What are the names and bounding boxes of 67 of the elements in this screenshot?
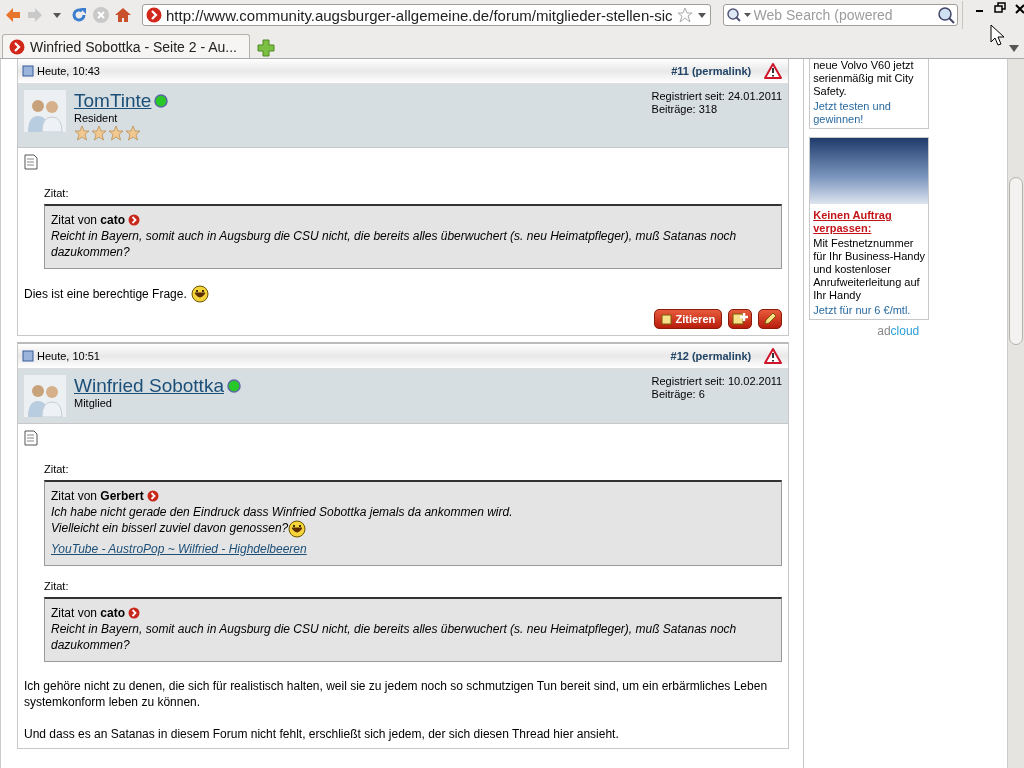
warning-icon[interactable] xyxy=(764,63,783,79)
quote-text: Vielleicht ein bisserl zuviel davon genossen? xyxy=(51,521,289,536)
new-tab-icon[interactable] xyxy=(256,38,276,58)
username-link[interactable]: TomTinte xyxy=(74,90,152,112)
ad-text: Mit Festnetznummer für Ihr Business-Handy und kostenloser Anrufweiterleitung auf Ihr Handy xyxy=(813,237,926,302)
warning-icon[interactable] xyxy=(764,348,783,364)
star-icon xyxy=(108,125,124,141)
quote-label: Zitat: xyxy=(44,187,70,199)
ad-network-logo: adcloud xyxy=(877,324,921,338)
post-icon xyxy=(22,65,34,77)
search-icon[interactable] xyxy=(725,7,752,23)
search-icon[interactable] xyxy=(936,6,955,24)
arrow-link-icon[interactable] xyxy=(128,607,141,619)
caret-icon[interactable] xyxy=(1008,42,1020,54)
edit-button[interactable] xyxy=(758,309,783,329)
scrollbar-thumb[interactable] xyxy=(1009,177,1023,345)
post-text: Ich gehöre nicht zu denen, die sich für realistisch halten, weil sie zu jedem noch so schmutzigen Tun bereit sind, um ein erbärmliches Leben systemkonform leben zu können. xyxy=(24,678,769,710)
ad-text: neue Volvo V60 jetzt serienmäßig mit City Safety. xyxy=(813,59,915,98)
quote-author: Zitat von cato xyxy=(51,605,126,621)
post-date: Heute, 10:51 xyxy=(37,350,101,362)
ad-link[interactable]: Jetzt testen und gewinnen! xyxy=(813,100,926,126)
star-icon[interactable] xyxy=(676,7,693,23)
post-icon xyxy=(22,350,34,362)
post-date: Heute, 10:43 xyxy=(37,65,101,77)
quote-text: Reicht in Bayern, somit auch in Augsburg die CSU nicht, die bereits alles überwuchert (s. neu Heimatpfleger), muß Satanas noch dazukommen? xyxy=(51,229,737,259)
user-rank: Resident xyxy=(74,112,119,124)
browser-tab[interactable]: Winfried Sobottka - Seite 2 - Au... xyxy=(2,34,250,58)
avatar-silhouette-icon xyxy=(24,375,66,417)
ad-headline-link[interactable]: Keinen Auftrag verpassen: xyxy=(813,209,926,235)
scrollbar[interactable] xyxy=(1007,59,1024,768)
star-icon xyxy=(74,125,90,141)
post-count: Beiträge: 318 xyxy=(651,103,718,116)
star-icon xyxy=(91,125,107,141)
arrow-link-icon[interactable] xyxy=(146,490,159,502)
home-icon[interactable] xyxy=(114,5,132,25)
quote-text: Reicht in Bayern, somit auch in Augsburg die CSU nicht, die bereits alles überwuchert (s. neu Heimatpfleger), muß Satanas noch dazukommen? xyxy=(51,622,737,652)
permalink[interactable]: #11 (permalink) xyxy=(671,65,752,77)
search-field[interactable]: Web Search (powered xyxy=(722,4,958,26)
registration-date: Registriert seit: 24.01.2011 xyxy=(651,90,783,103)
avatar-silhouette-icon xyxy=(24,90,66,132)
pencil-icon xyxy=(762,312,779,326)
address-bar[interactable]: http://www.community.augsburger-allgemeine.de/forum/mitglieder-stellen-sic xyxy=(142,4,711,26)
user-rank: Mitglied xyxy=(74,397,113,409)
document-icon xyxy=(24,154,38,170)
cursor-icon xyxy=(990,24,1004,46)
post-count: Beiträge: 6 xyxy=(651,388,706,401)
quote-label: Zitat: xyxy=(44,580,70,592)
star-icon xyxy=(125,125,141,141)
site-icon xyxy=(146,7,162,23)
quote-text: Ich habe nicht gerade den Eindruck dass Winfried Sobottka jemals da ankommen wird. xyxy=(51,505,513,519)
post-text: Und dass es an Satanas in diesem Forum nicht fehlt, erschließt sich jedem, der sich diesen Thread hier ansieht. xyxy=(24,726,620,742)
arrow-link-icon[interactable] xyxy=(128,214,141,226)
username-link[interactable]: Winfried Sobottka xyxy=(74,375,224,397)
video-link[interactable]: YouTube - AustroPop ~ Wilfried - Highdelbeeren xyxy=(51,541,307,557)
site-icon xyxy=(9,38,25,55)
multi-quote-button[interactable] xyxy=(728,309,753,329)
permalink[interactable]: #12 (permalink) xyxy=(670,350,752,362)
quote-label: Zitat: xyxy=(44,463,70,475)
quote-author: Zitat von Gerbert xyxy=(51,488,144,504)
document-icon xyxy=(24,430,38,446)
quote-author: Zitat von cato xyxy=(51,212,126,228)
note-icon xyxy=(661,313,673,325)
post-text: Dies ist eine berechtige Frage. xyxy=(24,286,187,302)
registration-date: Registriert seit: 10.02.2011 xyxy=(651,375,783,388)
ad-link[interactable]: Jetzt für nur 6 €/mtl. xyxy=(813,304,926,317)
quote-button[interactable]: Zitieren xyxy=(654,309,723,329)
note-plus-icon xyxy=(732,312,749,326)
